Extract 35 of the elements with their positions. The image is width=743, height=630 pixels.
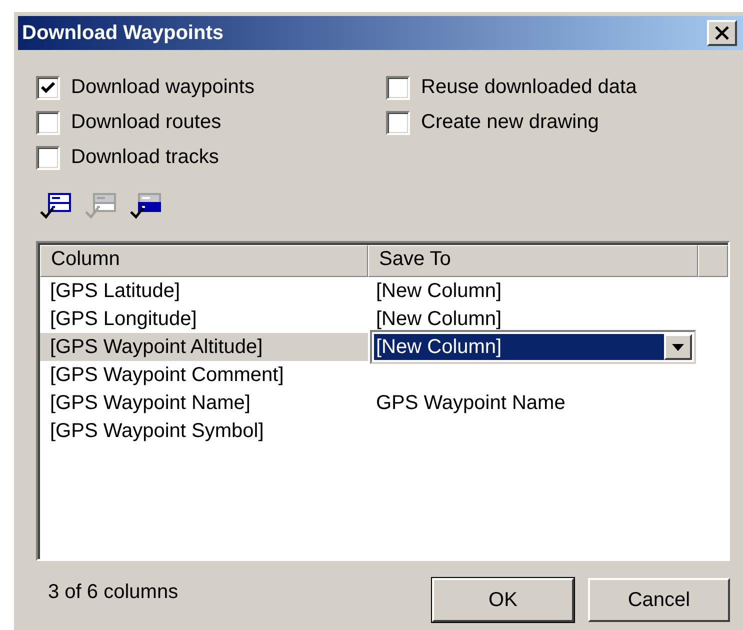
checkbox[interactable]	[36, 146, 60, 170]
table-check-icon	[40, 191, 72, 221]
checkbox-label: Download tracks	[71, 146, 219, 169]
table-cell[interactable]: [GPS Longitude]	[40, 305, 368, 333]
table-cell-text: GPS Waypoint Name	[375, 392, 566, 414]
toolbar-button[interactable]	[40, 191, 72, 221]
checkbox[interactable]	[36, 76, 60, 100]
window-title: Download Waypoints	[22, 22, 224, 44]
table-check-icon	[85, 191, 117, 221]
checkbox-label: Reuse downloaded data	[421, 76, 637, 99]
table-cell[interactable]: [GPS Waypoint Symbol]	[40, 417, 368, 445]
checkbox-label: Download waypoints	[71, 76, 254, 99]
cancel-button[interactable]: Cancel	[588, 578, 730, 622]
column-header[interactable]: Save To	[368, 245, 698, 277]
save-to-dropdown[interactable]: [New Column]	[370, 330, 696, 364]
checkbox[interactable]	[36, 110, 60, 134]
toolbar-button[interactable]	[130, 191, 162, 221]
close-button[interactable]	[707, 20, 737, 46]
checkbox-label: Download routes	[71, 111, 222, 134]
checkbox-label: Create new drawing	[421, 111, 599, 134]
table-cell[interactable]: [GPS Latitude]	[40, 277, 368, 305]
table-cell[interactable]: [GPS Waypoint Altitude]	[40, 333, 368, 361]
ok-button[interactable]: OK	[432, 578, 574, 622]
close-icon	[714, 26, 730, 40]
table-cell[interactable]: [GPS Waypoint Name]	[40, 389, 368, 417]
status-text: 3 of 6 columns	[47, 580, 180, 604]
table-check-icon	[130, 191, 162, 221]
check-icon	[41, 80, 55, 94]
checkbox[interactable]	[386, 110, 410, 134]
table-cell-text: [New Column]	[375, 308, 502, 330]
checkbox[interactable]	[386, 76, 410, 100]
column-header[interactable]: Column	[40, 245, 368, 277]
table-cell-text: [New Column]	[375, 280, 502, 302]
dropdown-arrow-icon	[672, 344, 684, 350]
table-cell[interactable]: [GPS Waypoint Comment]	[40, 361, 368, 389]
